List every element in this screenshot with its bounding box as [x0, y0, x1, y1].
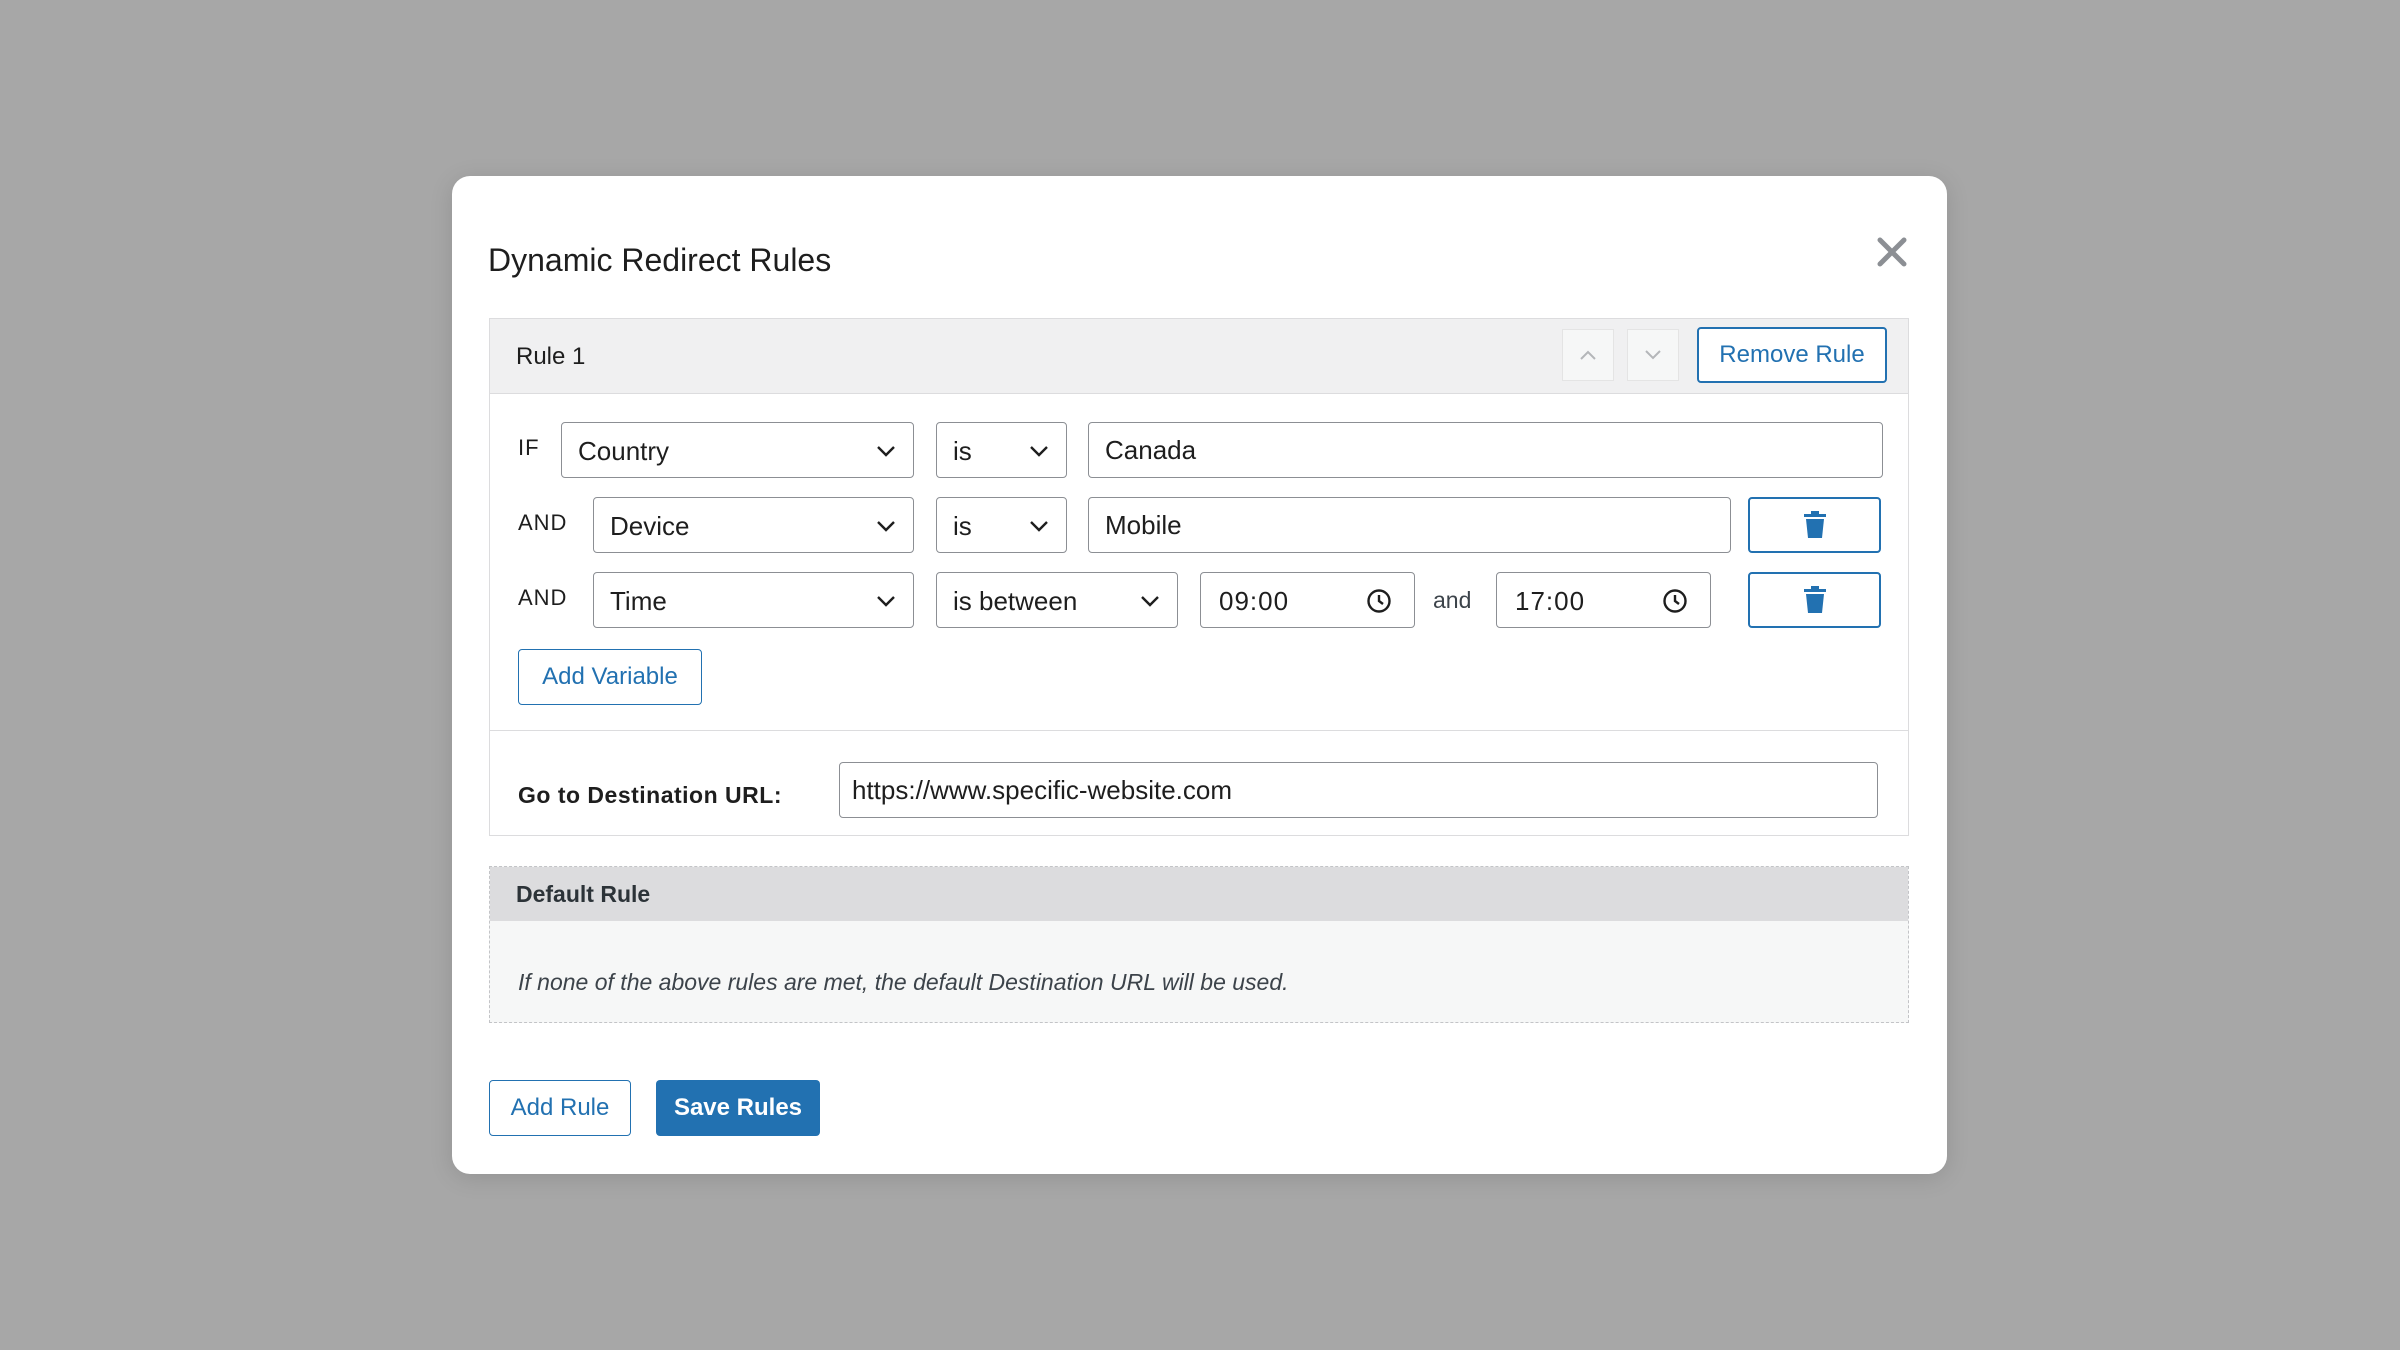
- move-rule-up-button[interactable]: [1562, 329, 1614, 381]
- condition-field-select[interactable]: Device: [593, 497, 914, 553]
- range-separator-text: and: [1433, 587, 1472, 613]
- section-divider: [490, 730, 1908, 731]
- condition-field-select[interactable]: Time: [593, 572, 914, 628]
- clock-icon[interactable]: [1366, 588, 1392, 614]
- default-rule-header: Default Rule: [490, 867, 1908, 921]
- modal-title: Dynamic Redirect Rules: [488, 242, 832, 278]
- time-value: 17:00: [1515, 586, 1586, 616]
- delete-condition-button[interactable]: [1748, 572, 1881, 628]
- chevron-down-icon: [877, 596, 895, 607]
- condition-connector: IF: [518, 435, 540, 460]
- chevron-down-icon: [1030, 446, 1048, 457]
- condition-operator-select[interactable]: is between: [936, 572, 1178, 628]
- time-from-input[interactable]: 09:00: [1200, 572, 1415, 628]
- time-value: 09:00: [1219, 586, 1290, 616]
- rule-header: Rule 1 Remove Rule: [490, 319, 1908, 394]
- condition-value-input[interactable]: [1088, 497, 1731, 553]
- default-rule-description: If none of the above rules are met, the …: [518, 969, 1289, 995]
- trash-icon: [1803, 586, 1826, 613]
- destination-url-input[interactable]: [839, 762, 1878, 818]
- chevron-down-icon: [877, 446, 895, 457]
- move-rule-down-button[interactable]: [1627, 329, 1679, 381]
- default-rule-card: Default Rule If none of the above rules …: [489, 866, 1909, 1023]
- destination-url-label: Go to Destination URL:: [518, 782, 782, 808]
- default-rule-title: Default Rule: [516, 881, 651, 907]
- redirect-rules-modal: Dynamic Redirect Rules Rule 1 Remove Rul…: [452, 176, 1947, 1174]
- close-icon[interactable]: [1872, 232, 1912, 272]
- rule-title: Rule 1: [516, 343, 586, 370]
- add-variable-button[interactable]: Add Variable: [518, 649, 702, 705]
- time-to-input[interactable]: 17:00: [1496, 572, 1711, 628]
- select-value: is: [953, 511, 972, 541]
- trash-icon: [1803, 511, 1826, 538]
- condition-operator-select[interactable]: is: [936, 497, 1067, 553]
- chevron-down-icon: [1030, 521, 1048, 532]
- condition-connector: AND: [518, 510, 568, 535]
- select-value: Time: [610, 586, 667, 616]
- delete-condition-button[interactable]: [1748, 497, 1881, 553]
- select-value: is between: [953, 586, 1078, 616]
- chevron-down-icon: [1141, 596, 1159, 607]
- save-rules-button[interactable]: Save Rules: [656, 1080, 820, 1136]
- condition-connector: AND: [518, 585, 568, 610]
- condition-value-input[interactable]: [1088, 422, 1883, 478]
- select-value: Country: [578, 436, 670, 466]
- chevron-down-icon: [877, 521, 895, 532]
- select-value: Device: [610, 511, 690, 541]
- select-value: is: [953, 436, 972, 466]
- add-rule-button[interactable]: Add Rule: [489, 1080, 631, 1136]
- rule-card: Rule 1 Remove Rule IF Country is Canada …: [489, 318, 1909, 836]
- clock-icon[interactable]: [1662, 588, 1688, 614]
- chevron-up-icon: [1580, 350, 1596, 360]
- chevron-down-icon: [1645, 350, 1661, 360]
- remove-rule-button[interactable]: Remove Rule: [1697, 327, 1887, 383]
- condition-operator-select[interactable]: is: [936, 422, 1067, 478]
- condition-field-select[interactable]: Country: [561, 422, 914, 478]
